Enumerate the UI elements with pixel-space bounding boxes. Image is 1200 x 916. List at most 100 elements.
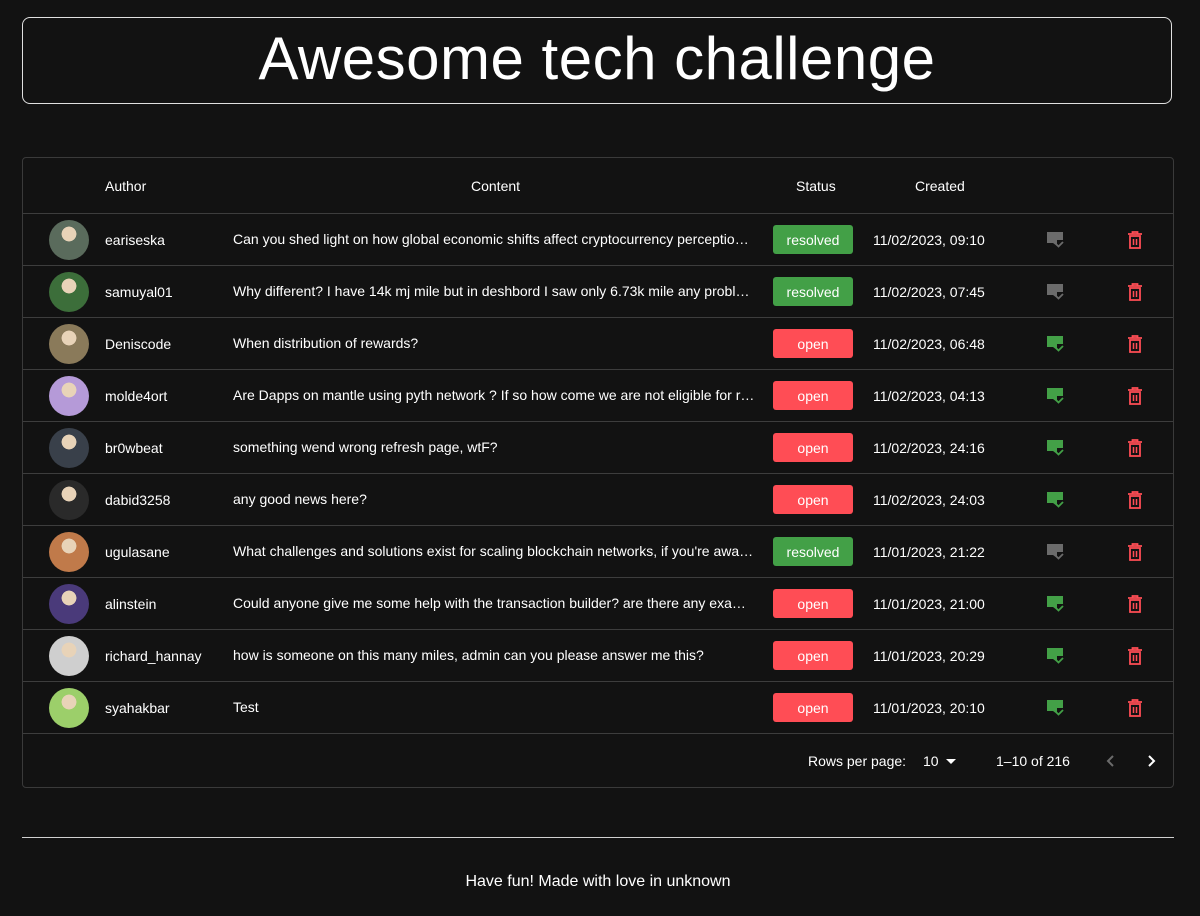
table-row: ugulasane What challenges and solutions e…	[23, 526, 1173, 578]
author-name: syahakbar	[105, 699, 170, 716]
column-header-status: Status	[796, 178, 836, 194]
table-pagination: Rows per page: 10 1–10 of 216	[23, 735, 1173, 787]
table-row: br0wbeat something wend wrong refresh pag…	[23, 422, 1173, 474]
trash-icon	[1128, 231, 1142, 249]
previous-page-button[interactable]	[1097, 747, 1125, 775]
mark-chat-read-icon	[1047, 648, 1064, 664]
resolve-button	[1043, 280, 1067, 304]
trash-icon	[1128, 491, 1142, 509]
rows-per-page-select[interactable]: 10	[923, 747, 957, 775]
resolve-button[interactable]	[1043, 488, 1067, 512]
avatar	[49, 584, 89, 624]
trash-icon	[1128, 647, 1142, 665]
message-content: Test	[233, 699, 259, 715]
column-header-author: Author	[105, 178, 147, 194]
avatar	[49, 376, 89, 416]
message-content: What challenges and solutions exist for …	[233, 543, 755, 559]
delete-button[interactable]	[1123, 436, 1147, 460]
resolve-button	[1043, 540, 1067, 564]
trash-icon	[1128, 543, 1142, 561]
author-name: alinstein	[105, 595, 157, 612]
status-badge: resolved	[773, 225, 853, 254]
trash-icon	[1128, 699, 1142, 717]
status-badge: open	[773, 433, 853, 462]
footer-text: Have fun! Made with love in unknown	[465, 873, 731, 890]
mark-chat-read-icon	[1047, 440, 1064, 456]
delete-button[interactable]	[1123, 332, 1147, 356]
message-content: how is someone on this many miles, admin…	[233, 647, 704, 663]
footer-divider	[22, 837, 1174, 838]
avatar	[49, 324, 89, 364]
table-row: alinstein Could anyone give me some help …	[23, 578, 1173, 630]
avatar	[49, 532, 89, 572]
table-row: syahakbar Test open 11/01/2023, 20:10	[23, 682, 1173, 734]
created-date: 11/01/2023, 20:29	[873, 647, 985, 664]
column-header-content: Content	[471, 178, 521, 194]
author-name: samuyal01	[105, 283, 173, 300]
chevron-left-icon	[1106, 755, 1114, 767]
avatar	[49, 688, 89, 728]
created-date: 11/02/2023, 07:45	[873, 283, 985, 300]
trash-icon	[1128, 283, 1142, 301]
message-content: When distribution of rewards?	[233, 335, 419, 351]
created-date: 11/01/2023, 21:00	[873, 595, 985, 612]
created-date: 11/02/2023, 24:03	[873, 491, 985, 508]
delete-button[interactable]	[1123, 696, 1147, 720]
trash-icon	[1128, 439, 1142, 457]
delete-button[interactable]	[1123, 592, 1147, 616]
message-content: Why different? I have 14k mj mile but in…	[233, 283, 755, 299]
author-name: richard_hannay	[105, 647, 202, 664]
created-date: 11/02/2023, 24:16	[873, 439, 985, 456]
resolve-button[interactable]	[1043, 696, 1067, 720]
trash-icon	[1128, 595, 1142, 613]
delete-button[interactable]	[1123, 488, 1147, 512]
status-badge: open	[773, 485, 853, 514]
status-badge: resolved	[773, 537, 853, 566]
mark-chat-read-icon	[1047, 284, 1064, 300]
avatar	[49, 480, 89, 520]
mark-chat-read-icon	[1047, 700, 1064, 716]
resolve-button[interactable]	[1043, 436, 1067, 460]
table-row: richard_hannay how is someone on this man…	[23, 630, 1173, 682]
table-header-row: Author Content Status Created	[23, 158, 1173, 214]
rows-per-page-value: 10	[923, 753, 939, 769]
author-name: molde4ort	[105, 387, 168, 404]
resolve-button[interactable]	[1043, 592, 1067, 616]
resolve-button[interactable]	[1043, 384, 1067, 408]
message-content: Could anyone give me some help with the …	[233, 595, 755, 611]
mark-chat-read-icon	[1047, 336, 1064, 352]
message-content: Are Dapps on mantle using pyth network ?…	[233, 387, 755, 403]
next-page-button[interactable]	[1137, 747, 1165, 775]
created-date: 11/02/2023, 04:13	[873, 387, 985, 404]
trash-icon	[1128, 387, 1142, 405]
created-date: 11/01/2023, 21:22	[873, 543, 985, 560]
delete-button[interactable]	[1123, 280, 1147, 304]
message-content: any good news here?	[233, 491, 367, 507]
title-box: Awesome tech challenge	[22, 17, 1172, 104]
resolve-button[interactable]	[1043, 332, 1067, 356]
created-date: 11/01/2023, 20:10	[873, 699, 985, 716]
delete-button[interactable]	[1123, 384, 1147, 408]
messages-table: Author Content Status Created eariseska C…	[22, 157, 1174, 788]
author-name: br0wbeat	[105, 439, 163, 456]
created-date: 11/02/2023, 09:10	[873, 231, 985, 248]
delete-button[interactable]	[1123, 540, 1147, 564]
avatar	[49, 428, 89, 468]
delete-button[interactable]	[1123, 228, 1147, 252]
status-badge: open	[773, 641, 853, 670]
avatar	[49, 272, 89, 312]
table-row: Deniscode When distribution of rewards? op…	[23, 318, 1173, 370]
author-name: Deniscode	[105, 335, 172, 352]
author-name: dabid3258	[105, 491, 171, 508]
resolve-button[interactable]	[1043, 644, 1067, 668]
author-name: ugulasane	[105, 543, 170, 560]
table-row: molde4ort Are Dapps on mantle using pyth …	[23, 370, 1173, 422]
table-row: samuyal01 Why different? I have 14k mj mi…	[23, 266, 1173, 318]
table-row: eariseska Can you shed light on how globa…	[23, 214, 1173, 266]
message-content: something wend wrong refresh page, wtF?	[233, 439, 498, 455]
message-content: Can you shed light on how global economi…	[233, 231, 755, 247]
chevron-right-icon	[1148, 755, 1156, 767]
caret-down-icon	[945, 759, 956, 764]
trash-icon	[1128, 335, 1142, 353]
delete-button[interactable]	[1123, 644, 1147, 668]
